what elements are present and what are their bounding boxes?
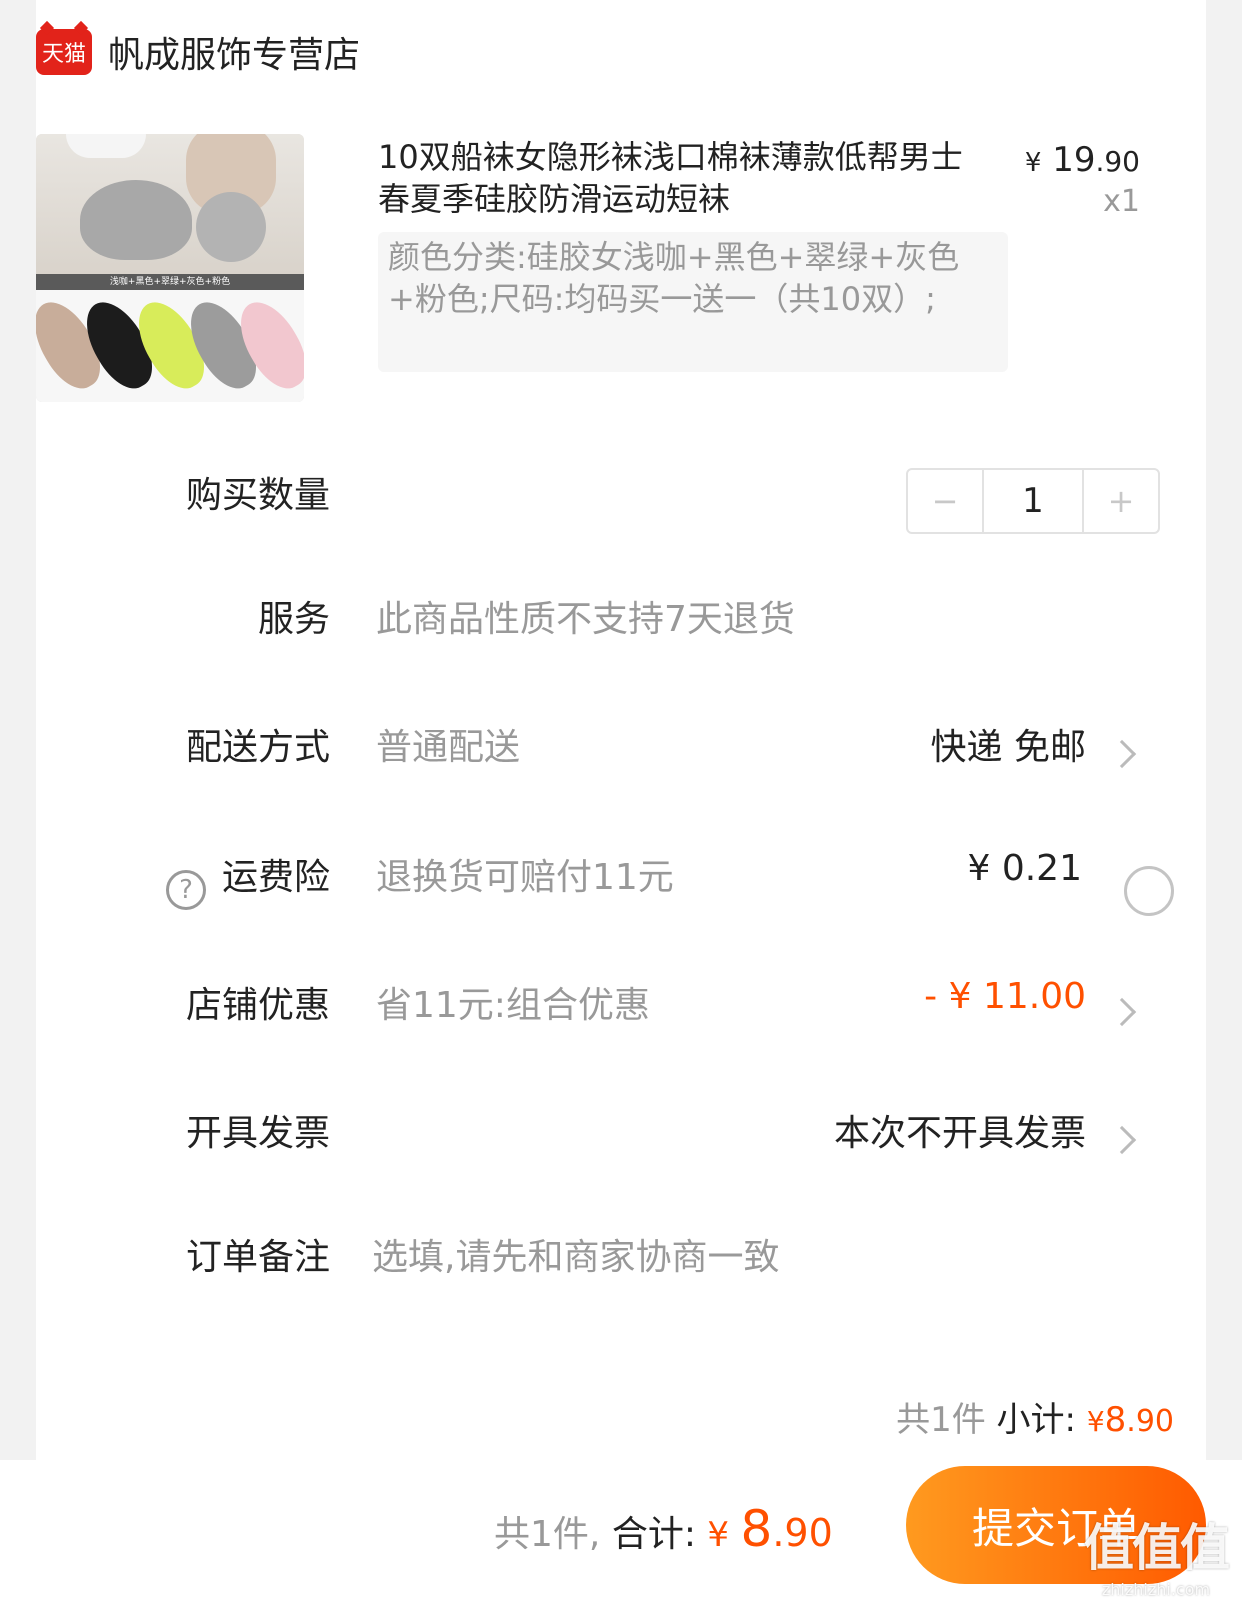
- subtotal-integer: 8: [1104, 1400, 1127, 1440]
- discount-value[interactable]: - ¥ 11.00: [924, 976, 1086, 1017]
- quantity-stepper[interactable]: − 1 +: [906, 468, 1160, 534]
- price-integer: 19: [1052, 140, 1096, 180]
- total-integer: 8: [740, 1500, 773, 1558]
- insurance-price: ¥ 0.21: [967, 848, 1082, 889]
- subtotal-currency: ¥: [1086, 1405, 1105, 1438]
- increment-button[interactable]: +: [1084, 470, 1158, 532]
- sock-shape: [196, 192, 266, 262]
- store-header[interactable]: 天猫 帆成服饰专营店: [36, 26, 360, 78]
- sku-info[interactable]: 颜色分类:硅胶女浅咖+黑色+翠绿+灰色+粉色;尺码:均码买一送一（共10双）;: [378, 232, 1008, 372]
- quantity-label: 购买数量: [185, 475, 330, 516]
- invoice-label: 开具发票: [185, 1113, 330, 1154]
- subtotal: 共1件 小计: ¥8.90: [896, 1392, 1174, 1441]
- insurance-radio[interactable]: [1124, 866, 1174, 916]
- discount-desc: 省11元:组合优惠: [376, 985, 650, 1026]
- subtotal-cents: .90: [1126, 1404, 1174, 1439]
- total-currency: ¥: [707, 1515, 730, 1555]
- note-input[interactable]: 选填,请先和商家协商一致: [372, 1228, 779, 1280]
- delivery-desc: 普通配送: [376, 727, 521, 768]
- delivery-label: 配送方式: [185, 727, 330, 768]
- watermark: 值值值 zhizhizhi.com: [1084, 1508, 1230, 1599]
- sock-shape: [80, 180, 192, 260]
- subtotal-count: 共1件: [896, 1400, 986, 1440]
- delivery-value[interactable]: 快递 免邮: [931, 718, 1086, 770]
- invoice-value[interactable]: 本次不开具发票: [834, 1104, 1086, 1156]
- service-desc: 此商品性质不支持7天退货: [376, 599, 795, 640]
- product-image-caption: 浅咖+黑色+翠绿+灰色+粉色: [36, 274, 304, 290]
- product-price: ¥ 19.90: [1025, 140, 1140, 180]
- watermark-url: zhizhizhi.com: [1101, 1580, 1211, 1599]
- total-label: 合计:: [611, 1514, 696, 1555]
- quantity-value[interactable]: 1: [982, 470, 1084, 532]
- store-name: 帆成服饰专营店: [108, 35, 361, 76]
- note-label: 订单备注: [185, 1237, 330, 1278]
- price-cents: .90: [1095, 145, 1140, 178]
- insurance-desc: 退换货可赔付11元: [376, 857, 674, 898]
- tmall-logo-icon: 天猫: [36, 29, 92, 75]
- watermark-text: 值值值: [1084, 1519, 1230, 1577]
- decrement-button[interactable]: −: [908, 470, 982, 532]
- insurance-label: 运费险: [221, 857, 330, 898]
- product-image[interactable]: 浅咖+黑色+翠绿+灰色+粉色: [36, 134, 304, 402]
- shoe-shape: [66, 134, 146, 158]
- discount-label: 店铺优惠: [185, 985, 330, 1026]
- total-count: 共1件,: [494, 1514, 601, 1555]
- product-quantity: x1: [1103, 184, 1140, 219]
- subtotal-label: 小计:: [996, 1400, 1076, 1440]
- tmall-logo-text: 天猫: [41, 42, 86, 67]
- product-title[interactable]: 10双船袜女隐形袜浅口棉袜薄款低帮男士春夏季硅胶防滑运动短袜: [378, 136, 978, 220]
- order-total: 共1件, 合计: ¥ 8.90: [494, 1500, 833, 1558]
- total-cents: .90: [772, 1511, 833, 1555]
- price-currency: ¥: [1024, 148, 1042, 178]
- service-label: 服务: [257, 599, 330, 640]
